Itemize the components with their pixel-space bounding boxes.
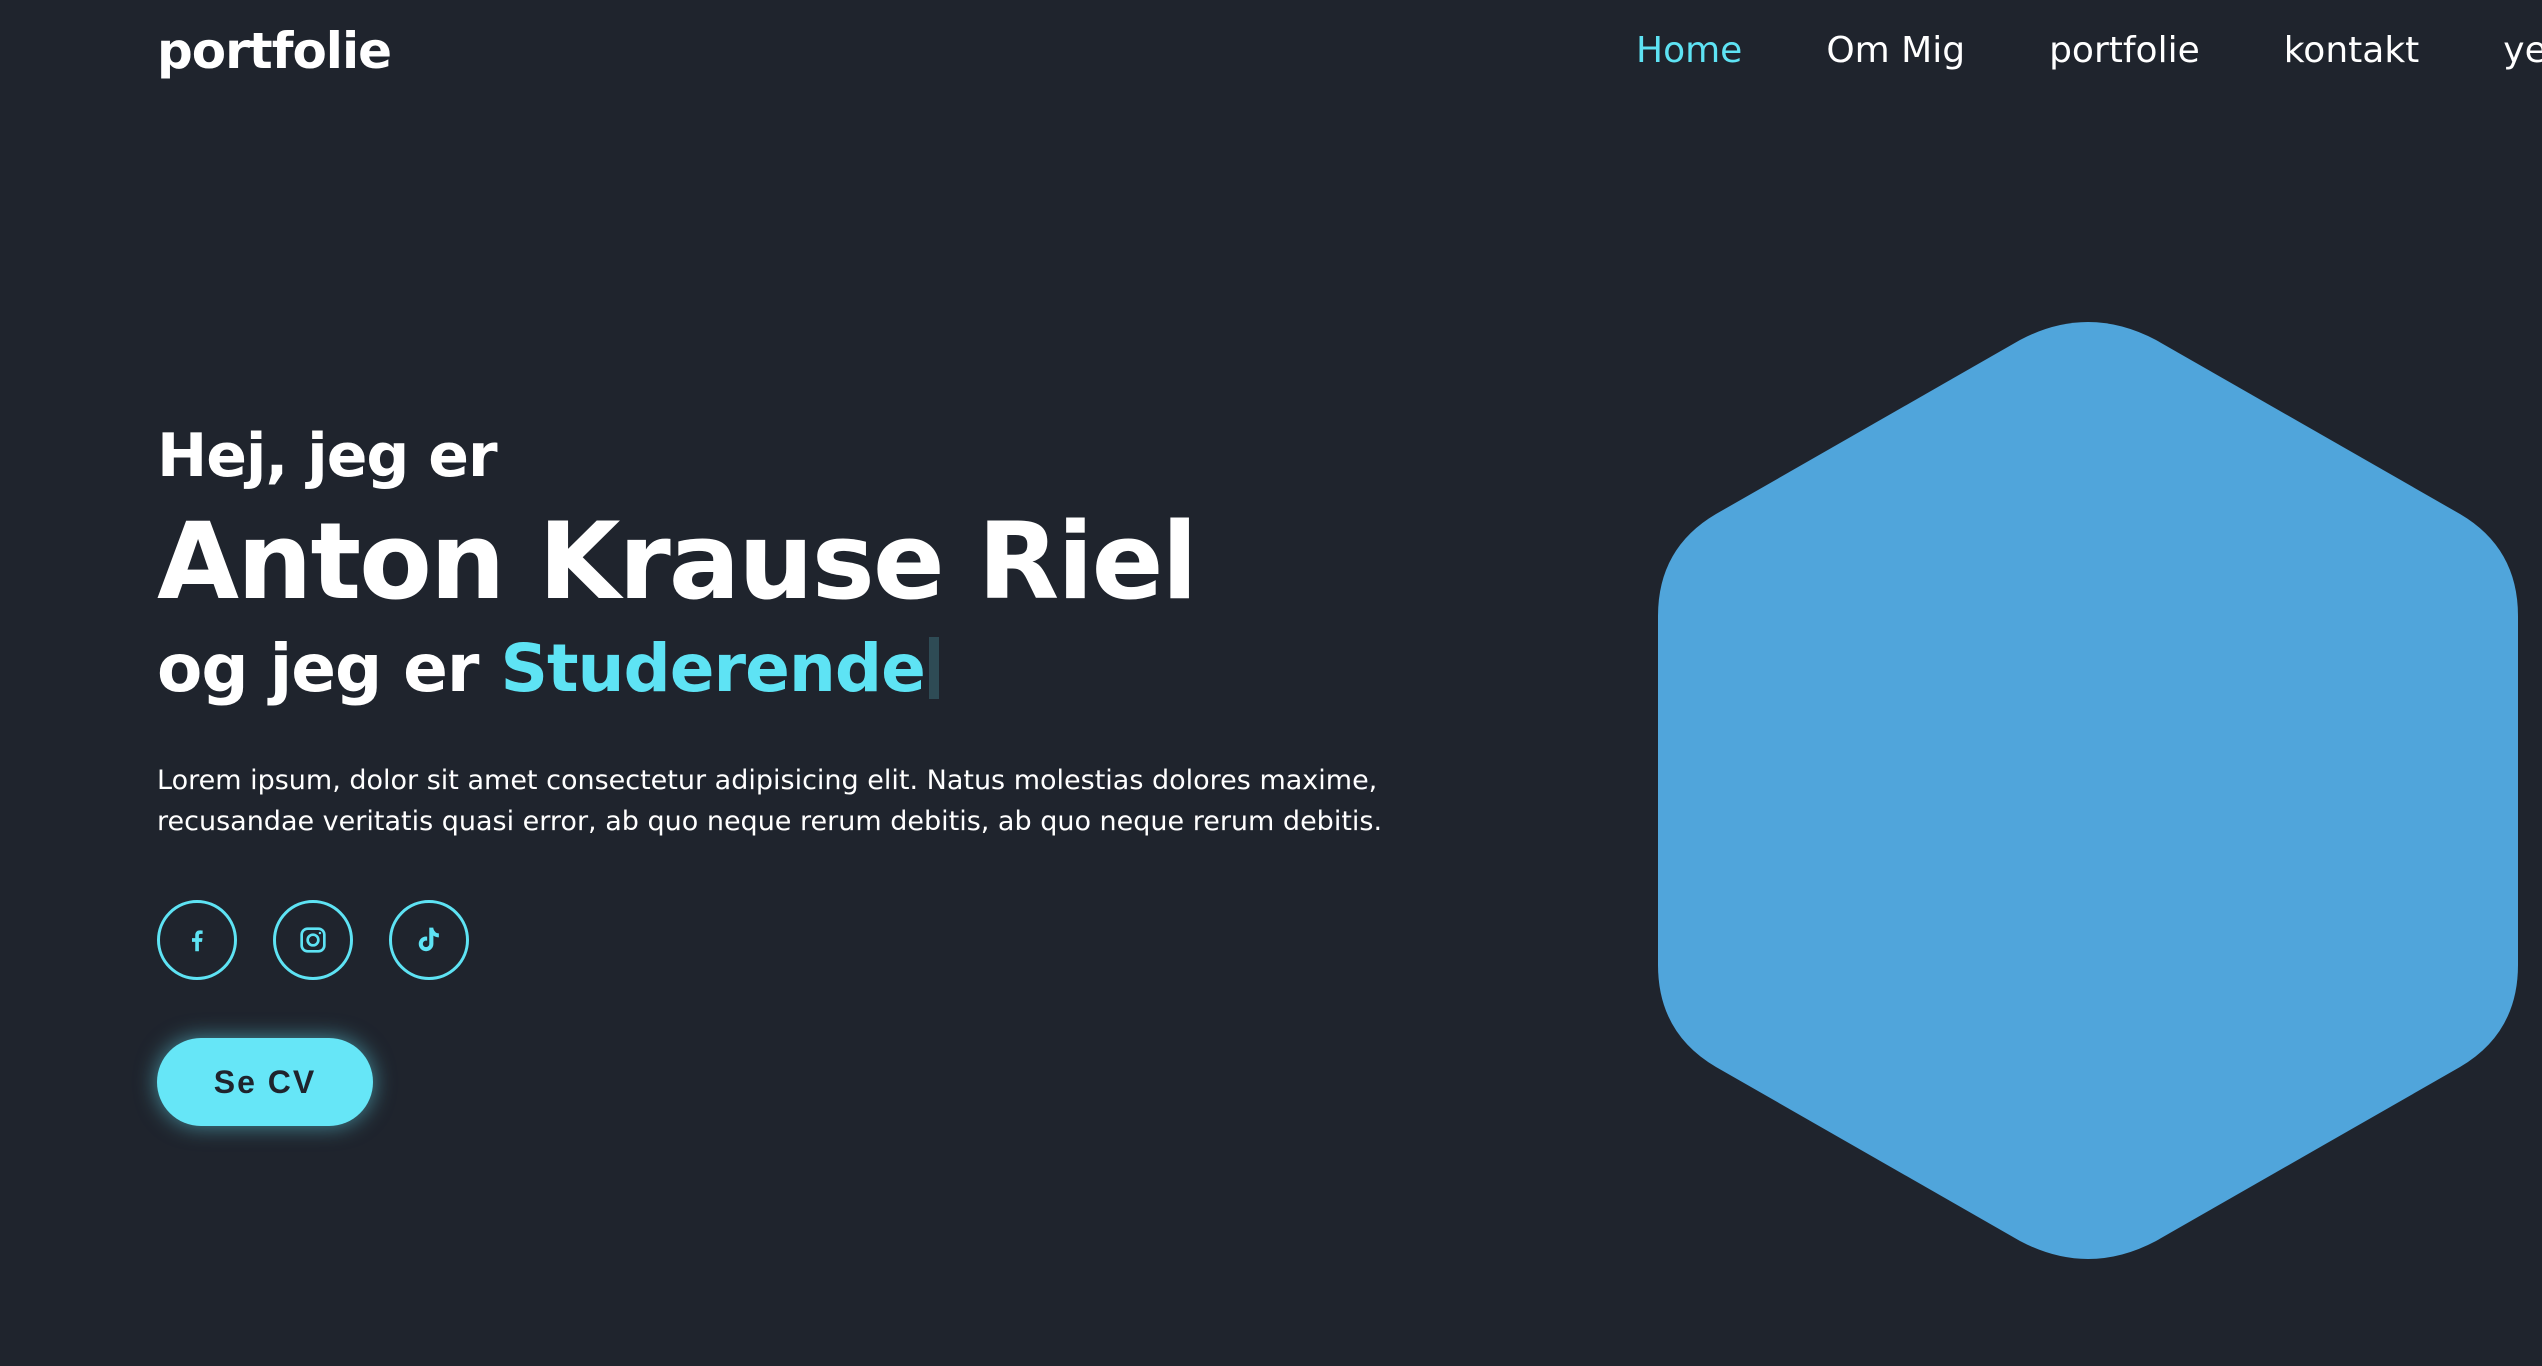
role-prefix: og jeg er <box>157 630 479 708</box>
typing-cursor <box>928 637 939 700</box>
hexagon-image <box>1658 322 2518 1259</box>
hero-role-line: og jeg er Studerende <box>157 629 1557 708</box>
main-nav: Home Om Mig portfolie kontakt ye <box>1636 30 2542 71</box>
hero-name: Anton Krause Riel <box>157 500 1198 623</box>
social-links <box>157 900 1557 981</box>
nav-kontakt[interactable]: kontakt <box>2284 30 2420 71</box>
nav-portfolie[interactable]: portfolie <box>2049 30 2200 71</box>
facebook-link[interactable] <box>157 900 237 981</box>
hero-description: Lorem ipsum, dolor sit amet consectetur … <box>157 765 1383 838</box>
hero-section: Hej, jeg er Anton Krause Riel og jeg er … <box>157 420 1557 1127</box>
see-cv-button[interactable]: Se CV <box>157 1038 373 1127</box>
tiktok-link[interactable] <box>389 900 469 981</box>
nav-om-mig[interactable]: Om Mig <box>1826 30 1965 71</box>
role-text: Studerende <box>500 630 925 708</box>
nav-ye[interactable]: ye <box>2503 30 2542 71</box>
nav-home[interactable]: Home <box>1636 30 1742 71</box>
facebook-icon <box>182 925 212 955</box>
header: portfolie Home Om Mig portfolie kontakt … <box>0 0 2542 110</box>
hero-greeting: Hej, jeg er <box>157 421 498 491</box>
page: portfolie Home Om Mig portfolie kontakt … <box>0 0 2542 1366</box>
instagram-icon <box>297 924 329 956</box>
tiktok-icon <box>413 924 445 956</box>
logo-link[interactable]: portfolie <box>157 22 392 80</box>
instagram-link[interactable] <box>273 900 353 981</box>
